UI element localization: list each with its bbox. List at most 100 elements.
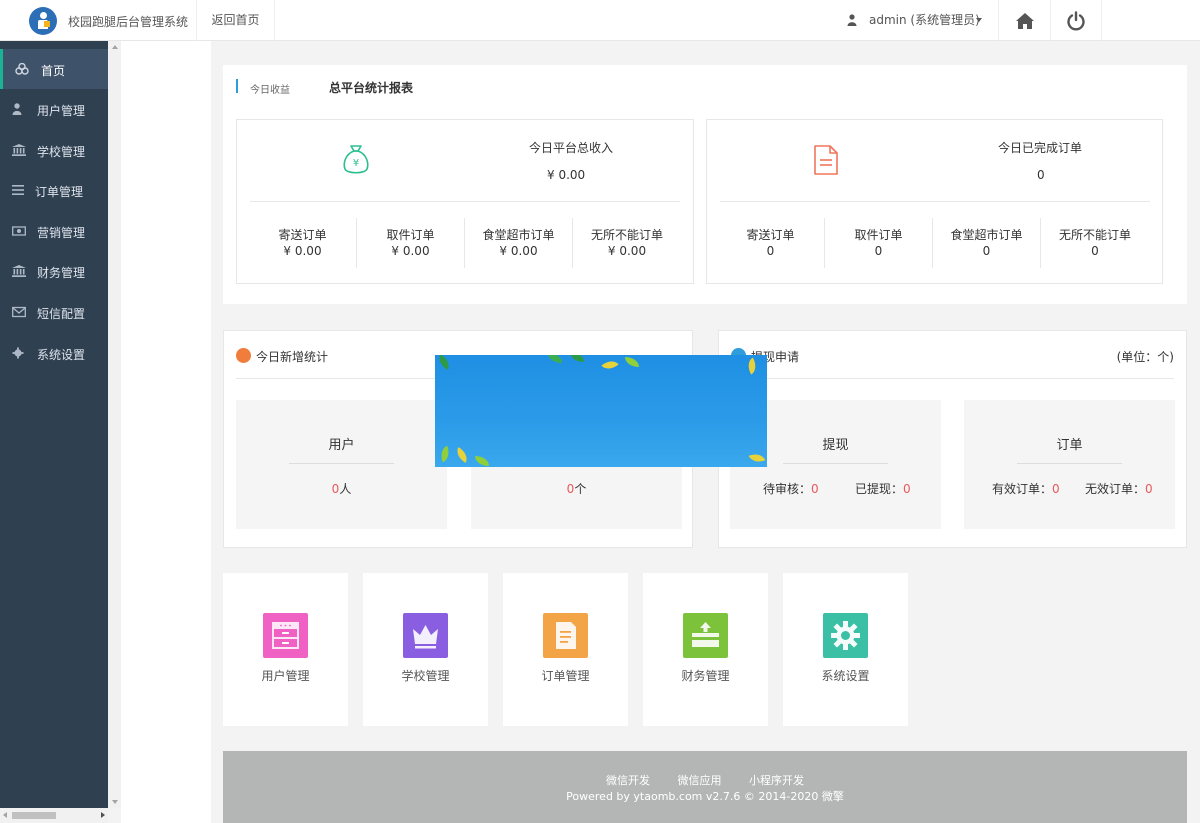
unit-label: (单位：个) xyxy=(1117,348,1174,365)
orders-label: 今日已完成订单 xyxy=(998,139,1082,156)
withdraw-panel: 提现申请 (单位：个) 提现 待审核：0 已提现：0 订单 有效订单：0 无效订… xyxy=(718,330,1187,548)
orders-value: 0 xyxy=(1037,168,1045,182)
pair-value: 0 xyxy=(811,482,819,496)
leaf-decoration xyxy=(548,355,562,363)
report-panel: 今日收益 总平台统计报表 ¥ 今日平台总收入 ¥ 0.00 寄送订单¥ 0.00… xyxy=(223,65,1187,304)
content-gutter xyxy=(121,41,211,823)
home-button[interactable] xyxy=(998,0,1050,41)
leaf-decoration xyxy=(475,456,489,466)
power-icon xyxy=(1066,11,1086,31)
shortcut-label: 订单管理 xyxy=(503,667,628,684)
footer-link[interactable]: 微信应用 xyxy=(678,774,722,787)
sidebar-item-label: 用户管理 xyxy=(37,102,85,119)
cell-label: 无所不能订单 xyxy=(573,218,681,243)
income-cell: 寄送订单¥ 0.00 xyxy=(249,218,357,268)
list-icon xyxy=(12,184,26,196)
shortcut-label: 用户管理 xyxy=(223,667,348,684)
bank-icon xyxy=(12,265,26,277)
income-label: 今日平台总收入 xyxy=(529,139,613,156)
scroll-right-icon[interactable] xyxy=(101,812,105,818)
footer-link[interactable]: 小程序开发 xyxy=(749,774,804,787)
divider xyxy=(720,201,1150,202)
sidebar: 首页 用户管理 学校管理 订单管理 营销管理 财务管理 短信配置 系统设置 xyxy=(0,41,108,823)
divider xyxy=(1017,463,1122,464)
sidebar-item-label: 首页 xyxy=(41,62,65,79)
sidebar-item-settings[interactable]: 系统设置 xyxy=(0,333,108,373)
top-bar: 校园跑腿后台管理系统 返回首页 admin (系统管理员) xyxy=(0,0,1200,41)
sidebar-item-label: 学校管理 xyxy=(37,143,85,160)
scroll-down-icon[interactable] xyxy=(112,800,118,804)
income-cell: 食堂超市订单¥ 0.00 xyxy=(465,218,573,268)
shortcut-finance[interactable]: 财务管理 xyxy=(643,573,768,726)
sidebar-item-schools[interactable]: 学校管理 xyxy=(0,130,108,170)
cell-value: 0 xyxy=(1041,244,1149,258)
shortcut-schools[interactable]: 学校管理 xyxy=(363,573,488,726)
cabinet-icon xyxy=(263,613,308,658)
shortcut-orders[interactable]: 订单管理 xyxy=(503,573,628,726)
sidebar-item-sms[interactable]: 短信配置 xyxy=(0,292,108,332)
user-menu-dropdown[interactable]: admin (系统管理员) xyxy=(832,0,998,41)
cell-value: ¥ 0.00 xyxy=(249,244,356,258)
chevron-down-icon xyxy=(976,18,982,22)
sidebar-item-marketing[interactable]: 营销管理 xyxy=(0,211,108,251)
horizontal-scrollbar[interactable] xyxy=(0,808,108,823)
leaf-decoration xyxy=(453,447,470,463)
card-upload-icon xyxy=(683,613,728,658)
box-label: 用户 xyxy=(236,434,447,453)
leaf-decoration xyxy=(625,357,639,367)
back-home-link[interactable]: 返回首页 xyxy=(196,0,275,41)
sidebar-item-label: 短信配置 xyxy=(37,305,85,322)
users-icon xyxy=(236,348,251,363)
divider xyxy=(731,378,1174,379)
cell-label: 寄送订单 xyxy=(717,218,824,243)
scroll-left-icon[interactable] xyxy=(3,812,7,818)
cell-value: ¥ 0.00 xyxy=(573,244,681,258)
shortcut-users[interactable]: 用户管理 xyxy=(223,573,348,726)
document-icon xyxy=(811,143,841,177)
leaf-decoration xyxy=(438,446,452,463)
divider xyxy=(289,463,394,464)
footer-link[interactable]: 微信开发 xyxy=(606,774,650,787)
home-icon xyxy=(1015,12,1035,30)
cell-label: 食堂超市订单 xyxy=(933,218,1040,243)
bank-icon xyxy=(12,144,26,156)
sidebar-item-home[interactable]: 首页 xyxy=(0,49,108,89)
income-cell: 取件订单¥ 0.00 xyxy=(357,218,465,268)
app-logo[interactable] xyxy=(29,7,57,35)
value-unit: 人 xyxy=(339,482,351,496)
cell-value: ¥ 0.00 xyxy=(357,244,464,258)
sidebar-item-users[interactable]: 用户管理 xyxy=(0,89,108,129)
leaf-decoration xyxy=(749,451,766,465)
footer: 微信开发 微信应用 小程序开发 Powered by ytaomb.com v2… xyxy=(223,751,1187,823)
orders-cell: 取件订单0 xyxy=(825,218,933,268)
scrollbar-thumb[interactable] xyxy=(12,812,56,819)
cell-label: 取件订单 xyxy=(825,218,932,243)
cell-label: 食堂超市订单 xyxy=(465,218,572,243)
shortcut-settings[interactable]: 系统设置 xyxy=(783,573,908,726)
money-bag-icon: ¥ xyxy=(341,142,371,176)
gear-icon xyxy=(12,347,26,359)
income-value: ¥ 0.00 xyxy=(547,168,585,182)
cell-value: 0 xyxy=(825,244,932,258)
shortcut-label: 财务管理 xyxy=(643,667,768,684)
shortcut-label: 系统设置 xyxy=(783,667,908,684)
sidebar-item-label: 财务管理 xyxy=(37,264,85,281)
sidebar-item-finance[interactable]: 财务管理 xyxy=(0,251,108,291)
user-icon xyxy=(12,103,26,115)
cell-label: 寄送订单 xyxy=(249,218,356,243)
cell-value: 0 xyxy=(717,244,824,258)
new-stats-title: 今日新增统计 xyxy=(256,348,328,365)
scroll-up-icon[interactable] xyxy=(112,45,118,49)
logout-button[interactable] xyxy=(1050,0,1102,41)
ad-banner[interactable] xyxy=(435,355,767,467)
divider xyxy=(250,201,680,202)
envelope-icon xyxy=(12,306,26,318)
system-title: 校园跑腿后台管理系统 xyxy=(68,13,188,30)
user-name: admin (系统管理员) xyxy=(869,0,980,41)
pair-value: 0 xyxy=(903,482,911,496)
cell-label: 无所不能订单 xyxy=(1041,218,1149,243)
sidebar-item-orders[interactable]: 订单管理 xyxy=(0,170,108,210)
pair-label: 无效订单： xyxy=(1085,482,1145,496)
new-users-box: 用户 0人 xyxy=(236,400,447,529)
sidebar-scrollbar[interactable] xyxy=(108,41,121,808)
